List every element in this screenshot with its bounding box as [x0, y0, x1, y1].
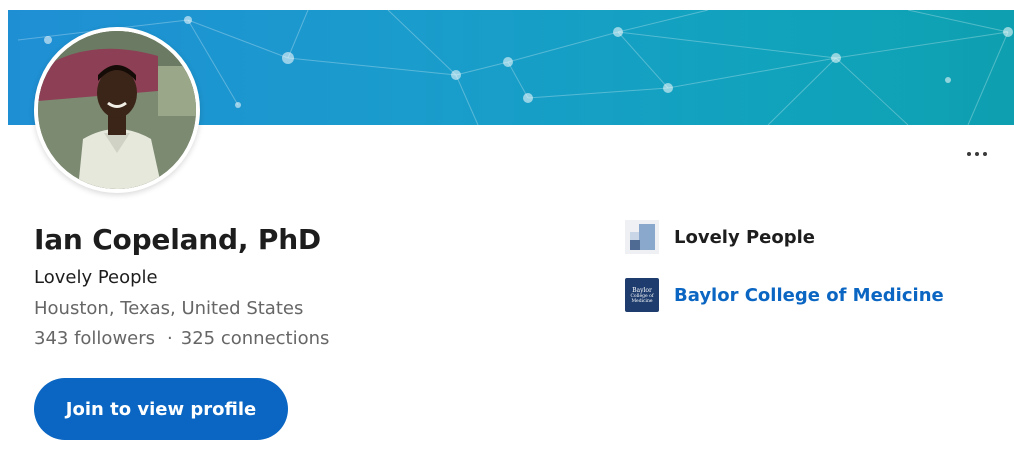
ellipsis-horizontal-icon	[967, 152, 971, 156]
profile-name: Ian Copeland, PhD	[34, 223, 321, 256]
lovely-people-logo	[625, 220, 659, 254]
stats-separator: ·	[167, 328, 173, 349]
join-to-view-profile-button[interactable]: Join to view profile	[34, 378, 288, 440]
profile-avatar	[34, 27, 200, 193]
profile-location: Houston, Texas, United States	[34, 298, 304, 319]
experience-link-baylor[interactable]: Baylor College of Medicine	[674, 285, 944, 306]
more-options-button[interactable]	[960, 140, 994, 168]
connections-count: 325 connections	[180, 328, 330, 349]
followers-count: 343 followers	[34, 328, 156, 349]
experience-label: Lovely People	[674, 226, 815, 248]
profile-stats: 343 followers · 325 connections	[34, 326, 329, 352]
profile-card: Ian Copeland, PhD Lovely People Houston,…	[0, 0, 1014, 464]
avatar-photo	[38, 31, 196, 189]
experience-item-baylor[interactable]: Baylor College of Medicine Baylor Colleg…	[625, 278, 944, 312]
baylor-college-of-medicine-logo[interactable]: Baylor College of Medicine	[625, 278, 659, 312]
profile-info: Ian Copeland, PhD Lovely People Houston,…	[34, 220, 329, 352]
profile-headline: Lovely People	[34, 267, 158, 288]
experience-list: Lovely People Baylor College of Medicine…	[625, 220, 944, 312]
experience-item-lovely-people: Lovely People	[625, 220, 944, 254]
